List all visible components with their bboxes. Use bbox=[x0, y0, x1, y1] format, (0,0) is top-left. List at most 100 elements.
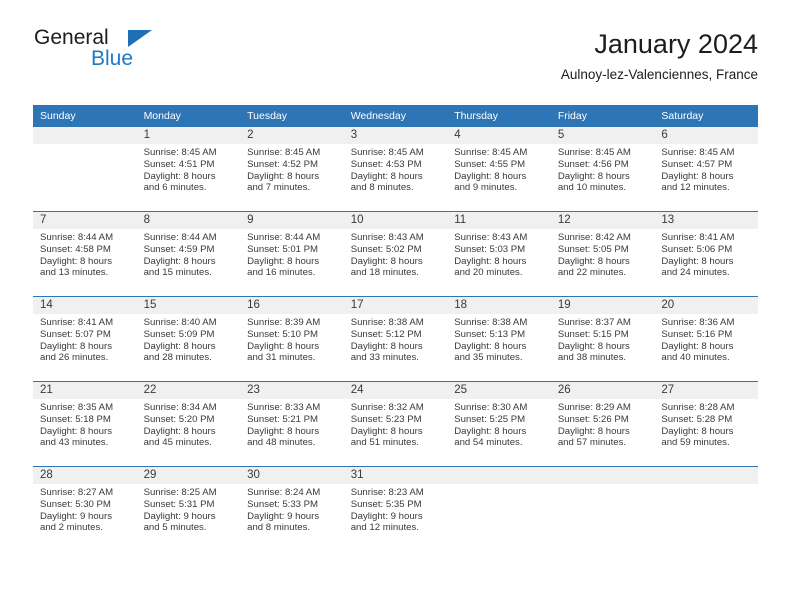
day-cell[interactable] bbox=[654, 466, 758, 551]
daylight-text-line2: and 18 minutes. bbox=[350, 267, 419, 279]
day-cell[interactable]: 18 Sunrise: 8:38 AM Sunset: 5:13 PM Dayligh… bbox=[447, 296, 551, 382]
general-blue-logo[interactable]: General Blue bbox=[34, 27, 214, 75]
day-cell[interactable]: 25 Sunrise: 8:30 AM Sunset: 5:25 PM Dayligh… bbox=[447, 381, 551, 467]
day-cell[interactable]: 31 Sunrise: 8:23 AM Sunset: 5:35 PM Dayligh… bbox=[343, 466, 448, 551]
day-cell[interactable]: 13 Sunrise: 8:41 AM Sunset: 5:06 PM Dayligh… bbox=[654, 211, 758, 297]
day-number bbox=[654, 467, 758, 484]
day-cell[interactable]: 22 Sunrise: 8:34 AM Sunset: 5:20 PM Dayligh… bbox=[136, 381, 241, 467]
sunrise-text: Sunrise: 8:41 AM bbox=[661, 232, 735, 243]
sunrise-text: Sunrise: 8:45 AM bbox=[143, 147, 217, 158]
daylight-text-line1: Daylight: 8 hours bbox=[350, 340, 423, 352]
sunrise-text: Sunrise: 8:45 AM bbox=[661, 147, 735, 158]
day-cell[interactable]: 26 Sunrise: 8:29 AM Sunset: 5:26 PM Dayligh… bbox=[550, 381, 655, 467]
sunset-text: Sunset: 5:20 PM bbox=[143, 413, 215, 425]
sunset-text: Sunset: 5:26 PM bbox=[557, 413, 629, 425]
sunrise-sunset-calendar: Sunday Monday Tuesday Wednesday Thursday… bbox=[33, 105, 758, 551]
day-cell[interactable]: 5 Sunrise: 8:45 AM Sunset: 4:56 PM Daylight… bbox=[550, 127, 655, 212]
daylight-text-line2: and 48 minutes. bbox=[247, 437, 316, 449]
day-number: 31 bbox=[343, 467, 448, 484]
day-cell[interactable] bbox=[447, 466, 551, 551]
day-cell[interactable]: 19 Sunrise: 8:37 AM Sunset: 5:15 PM Dayligh… bbox=[550, 296, 655, 382]
daylight-text-line1: Daylight: 8 hours bbox=[40, 255, 112, 267]
sunrise-text: Sunrise: 8:34 AM bbox=[143, 402, 217, 413]
daylight-text-line2: and 24 minutes. bbox=[661, 267, 730, 279]
daylight-text-line2: and 35 minutes. bbox=[454, 352, 523, 364]
location-subtitle: Aulnoy-lez-Valenciennes, France bbox=[560, 67, 758, 82]
day-number: 4 bbox=[447, 127, 551, 144]
sunrise-text: Sunrise: 8:35 AM bbox=[40, 402, 114, 413]
sunset-text: Sunset: 4:51 PM bbox=[143, 158, 215, 170]
sunrise-text: Sunrise: 8:29 AM bbox=[557, 402, 631, 413]
daylight-text-line1: Daylight: 8 hours bbox=[350, 170, 423, 182]
daylight-text-line2: and 9 minutes. bbox=[454, 182, 518, 194]
day-number: 6 bbox=[654, 127, 758, 144]
day-cell[interactable]: 11 Sunrise: 8:43 AM Sunset: 5:03 PM Dayligh… bbox=[447, 211, 551, 297]
sunset-text: Sunset: 5:21 PM bbox=[247, 413, 319, 425]
weekday-header-friday: Friday bbox=[550, 105, 655, 127]
daylight-text-line1: Daylight: 8 hours bbox=[661, 425, 734, 437]
day-cell[interactable]: 29 Sunrise: 8:25 AM Sunset: 5:31 PM Dayligh… bbox=[136, 466, 241, 551]
daylight-text-line1: Daylight: 9 hours bbox=[143, 510, 216, 522]
weekday-header-saturday: Saturday bbox=[654, 105, 758, 127]
day-cell[interactable]: 16 Sunrise: 8:39 AM Sunset: 5:10 PM Dayligh… bbox=[240, 296, 344, 382]
week-row: 7 Sunrise: 8:44 AM Sunset: 4:58 PM Daylight… bbox=[33, 211, 758, 297]
day-cell[interactable]: 21 Sunrise: 8:35 AM Sunset: 5:18 PM Dayligh… bbox=[33, 381, 137, 467]
sunrise-text: Sunrise: 8:41 AM bbox=[40, 317, 114, 328]
daylight-text-line2: and 2 minutes. bbox=[40, 522, 103, 534]
sunset-text: Sunset: 5:07 PM bbox=[40, 328, 111, 340]
sunrise-text: Sunrise: 8:42 AM bbox=[557, 232, 631, 243]
day-cell[interactable]: 8 Sunrise: 8:44 AM Sunset: 4:59 PM Daylight… bbox=[136, 211, 241, 297]
daylight-text-line1: Daylight: 8 hours bbox=[143, 170, 216, 182]
daylight-text-line2: and 31 minutes. bbox=[247, 352, 316, 364]
day-cell[interactable]: 20 Sunrise: 8:36 AM Sunset: 5:16 PM Dayligh… bbox=[654, 296, 758, 382]
weekday-header-thursday: Thursday bbox=[447, 105, 551, 127]
day-cell[interactable]: 4 Sunrise: 8:45 AM Sunset: 4:55 PM Daylight… bbox=[447, 127, 551, 212]
sunset-text: Sunset: 5:35 PM bbox=[350, 498, 422, 510]
day-cell[interactable]: 6 Sunrise: 8:45 AM Sunset: 4:57 PM Daylight… bbox=[654, 127, 758, 212]
daylight-text-line1: Daylight: 8 hours bbox=[661, 170, 734, 182]
day-cell[interactable]: 24 Sunrise: 8:32 AM Sunset: 5:23 PM Dayligh… bbox=[343, 381, 448, 467]
day-cell[interactable]: 27 Sunrise: 8:28 AM Sunset: 5:28 PM Dayligh… bbox=[654, 381, 758, 467]
daylight-text-line1: Daylight: 9 hours bbox=[247, 510, 320, 522]
daylight-text-line1: Daylight: 9 hours bbox=[350, 510, 423, 522]
day-number: 12 bbox=[550, 212, 655, 229]
sunset-text: Sunset: 4:57 PM bbox=[661, 158, 733, 170]
day-number: 9 bbox=[240, 212, 344, 229]
daylight-text-line2: and 13 minutes. bbox=[40, 267, 109, 279]
sunrise-text: Sunrise: 8:45 AM bbox=[247, 147, 321, 158]
day-cell[interactable]: 30 Sunrise: 8:24 AM Sunset: 5:33 PM Dayligh… bbox=[240, 466, 344, 551]
day-cell[interactable]: 23 Sunrise: 8:33 AM Sunset: 5:21 PM Dayligh… bbox=[240, 381, 344, 467]
sunrise-text: Sunrise: 8:37 AM bbox=[557, 317, 631, 328]
day-cell[interactable]: 3 Sunrise: 8:45 AM Sunset: 4:53 PM Daylight… bbox=[343, 127, 448, 212]
day-cell[interactable] bbox=[550, 466, 655, 551]
daylight-text-line1: Daylight: 8 hours bbox=[661, 255, 734, 267]
title-block: January 2024 Aulnoy-lez-Valenciennes, Fr… bbox=[561, 28, 758, 83]
day-cell[interactable]: 9 Sunrise: 8:44 AM Sunset: 5:01 PM Daylight… bbox=[240, 211, 344, 297]
day-cell[interactable]: 1 Sunrise: 8:45 AM Sunset: 4:51 PM Daylight… bbox=[136, 127, 241, 212]
daylight-text-line1: Daylight: 8 hours bbox=[40, 340, 112, 352]
day-cell[interactable]: 12 Sunrise: 8:42 AM Sunset: 5:05 PM Dayligh… bbox=[550, 211, 655, 297]
day-cell[interactable]: 17 Sunrise: 8:38 AM Sunset: 5:12 PM Dayligh… bbox=[343, 296, 448, 382]
sunrise-text: Sunrise: 8:43 AM bbox=[350, 232, 424, 243]
day-cell[interactable]: 15 Sunrise: 8:40 AM Sunset: 5:09 PM Dayligh… bbox=[136, 296, 241, 382]
sunrise-text: Sunrise: 8:30 AM bbox=[454, 402, 528, 413]
daylight-text-line2: and 54 minutes. bbox=[454, 437, 523, 449]
day-cell[interactable]: 14 Sunrise: 8:41 AM Sunset: 5:07 PM Dayligh… bbox=[33, 296, 137, 382]
day-cell[interactable]: 7 Sunrise: 8:44 AM Sunset: 4:58 PM Daylight… bbox=[33, 211, 137, 297]
sunrise-text: Sunrise: 8:32 AM bbox=[350, 402, 424, 413]
daylight-text-line1: Daylight: 8 hours bbox=[350, 255, 423, 267]
sunset-text: Sunset: 5:10 PM bbox=[247, 328, 319, 340]
daylight-text-line2: and 40 minutes. bbox=[661, 352, 730, 364]
sunrise-text: Sunrise: 8:33 AM bbox=[247, 402, 321, 413]
day-cell[interactable] bbox=[33, 127, 137, 212]
day-cell[interactable]: 10 Sunrise: 8:43 AM Sunset: 5:02 PM Dayligh… bbox=[343, 211, 448, 297]
day-cell[interactable]: 2 Sunrise: 8:45 AM Sunset: 4:52 PM Daylight… bbox=[240, 127, 344, 212]
week-row: 21 Sunrise: 8:35 AM Sunset: 5:18 PM Dayligh… bbox=[33, 381, 758, 467]
daylight-text-line1: Daylight: 8 hours bbox=[247, 340, 320, 352]
sunset-text: Sunset: 5:18 PM bbox=[40, 413, 111, 425]
sunset-text: Sunset: 5:23 PM bbox=[350, 413, 422, 425]
day-cell[interactable]: 28 Sunrise: 8:27 AM Sunset: 5:30 PM Dayligh… bbox=[33, 466, 137, 551]
daylight-text-line1: Daylight: 8 hours bbox=[454, 425, 527, 437]
daylight-text-line2: and 8 minutes. bbox=[247, 522, 311, 534]
day-number: 3 bbox=[343, 127, 448, 144]
